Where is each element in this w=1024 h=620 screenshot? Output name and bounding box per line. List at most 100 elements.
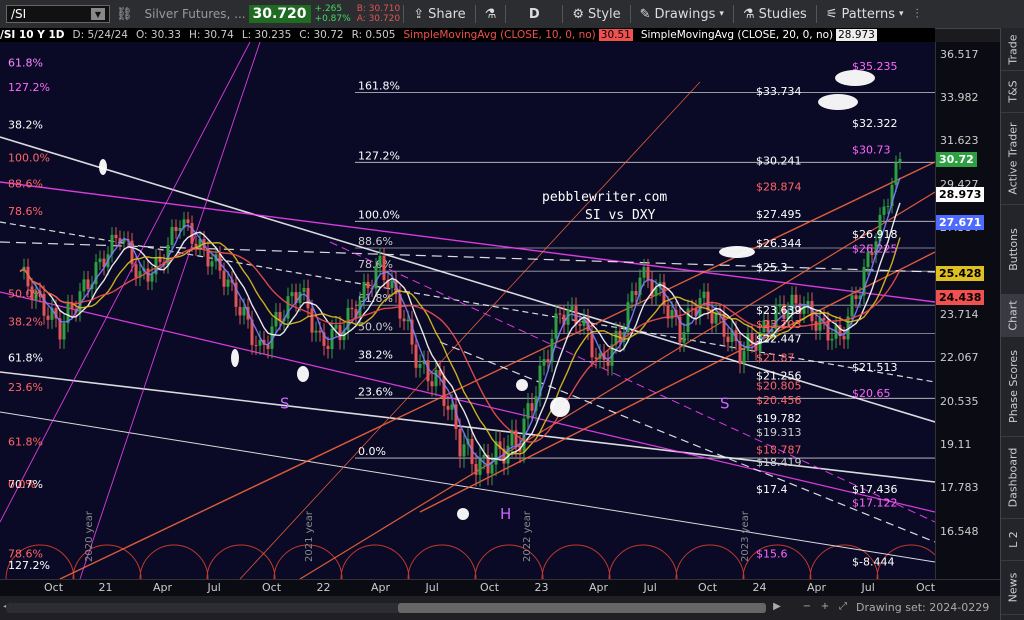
- patterns-button[interactable]: ⚟ Patterns ▾: [820, 7, 910, 22]
- candle-body: [186, 219, 190, 224]
- candle-body: [558, 313, 562, 315]
- side-tab-buttons[interactable]: Buttons: [1001, 204, 1024, 295]
- time-tick: Oct: [44, 581, 64, 594]
- side-tab-active-trader[interactable]: Active Trader: [1001, 112, 1024, 205]
- price-chart[interactable]: 161.8% 127.2% 100.0% 88.6% 78.6% 61.8% 50.0% 38…: [0, 42, 935, 579]
- pattern-mark: S: [720, 395, 730, 413]
- cycle-arc: [541, 544, 611, 579]
- chevron-down-icon: ▾: [719, 9, 724, 19]
- candle-body: [426, 360, 430, 382]
- studies-button[interactable]: ⚗ Studies: [737, 7, 813, 22]
- pattern-mark: S: [280, 395, 290, 413]
- candle-body: [490, 464, 494, 474]
- time-tick: Jul: [425, 581, 439, 594]
- price-tick: 22.067: [940, 351, 979, 365]
- price-annotation: $22.447: [756, 333, 802, 346]
- style-button[interactable]: ⚙ Style: [566, 7, 626, 22]
- more-icon[interactable]: ⫶: [910, 7, 925, 22]
- sma20-label[interactable]: SimpleMovingAvg (CLOSE, 20, 0, no): [641, 29, 833, 41]
- candle-body: [630, 291, 634, 303]
- left-fib-label: 23.6%: [8, 381, 43, 394]
- candle-body: [134, 264, 138, 278]
- scroll-thumb[interactable]: [398, 603, 766, 613]
- time-tick: Oct: [916, 581, 936, 594]
- time-axis[interactable]: Oct 21 Apr Jul Oct 22 Apr Jul Oct 23 Apr Jul Oct 24 Ap…: [0, 579, 1000, 596]
- candle-body: [826, 320, 830, 341]
- candle-body: [242, 307, 246, 316]
- zoom-out-icon[interactable]: −: [800, 600, 814, 614]
- marker-ellipse: [457, 508, 469, 520]
- cycle-arc: [675, 544, 745, 579]
- candle-body: [190, 223, 194, 244]
- side-tab-label: Active Trader: [1006, 121, 1020, 195]
- pattern-mark: H: [500, 505, 511, 523]
- price-tick: 36.517: [940, 47, 979, 61]
- time-tick: Apr: [371, 581, 391, 594]
- scroll-right-icon[interactable]: ▶: [770, 600, 784, 614]
- period-button[interactable]: D: [509, 7, 559, 22]
- candle-body: [170, 226, 174, 246]
- zoom-fit-icon[interactable]: ⤢: [836, 600, 850, 614]
- side-tab-chart[interactable]: Chart: [1001, 294, 1024, 337]
- price-annotation: $27.495: [756, 208, 802, 221]
- bid: B: 30.710: [356, 4, 401, 14]
- price-annotation: $20.456: [756, 394, 802, 407]
- price-annotation: $15.6: [756, 548, 788, 561]
- time-tick: 24: [752, 581, 767, 594]
- price-label: 30.72: [936, 151, 977, 167]
- drawings-button[interactable]: ✎ Drawings ▾: [634, 7, 730, 22]
- price-annotation: $19.313: [756, 426, 802, 439]
- marker-ellipse: [719, 246, 755, 258]
- candle-body: [442, 375, 446, 406]
- sma10-label[interactable]: SimpleMovingAvg (CLOSE, 10, 0, no): [404, 29, 596, 41]
- link-icon[interactable]: ⛓: [110, 7, 139, 22]
- bid-ask-stack: B: 30.710 A: 30.720: [357, 4, 401, 24]
- price-axis[interactable]: 36.51733.98231.62329.42727.38425.48223.7…: [935, 42, 1001, 579]
- candle-body: [46, 315, 50, 320]
- drawing-set-label: Drawing set: 2024-0229: [856, 601, 990, 614]
- candle-body: [822, 318, 826, 321]
- side-tab-news[interactable]: News: [1001, 560, 1024, 615]
- symbol-text: /SI: [11, 7, 27, 21]
- side-tab-label: Buttons: [1006, 227, 1020, 271]
- candle-body: [634, 291, 638, 296]
- bar-open: O: 30.33: [135, 29, 181, 41]
- left-fib-label: 88.6%: [8, 177, 43, 190]
- price-annotation: $25.3: [756, 261, 788, 274]
- candle-body: [482, 454, 486, 459]
- candle-body: [642, 267, 646, 278]
- price-tick: 16.548: [940, 524, 979, 538]
- candle-body: [150, 274, 154, 282]
- price-annotation: $33.734: [756, 85, 802, 98]
- side-tab-t-s[interactable]: T&S: [1001, 70, 1024, 113]
- chart-scrollbar[interactable]: ◀ ▶ − + ⤢ Drawing set: 2024-0229: [0, 596, 1000, 620]
- symbol-selector[interactable]: /SI ▼: [6, 5, 110, 23]
- chart-canvas[interactable]: 161.8% 127.2% 100.0% 88.6% 78.6% 61.8% 50.0% 38…: [0, 42, 935, 579]
- zoom-in-icon[interactable]: +: [818, 600, 832, 614]
- left-fib-label: 50.0%: [8, 288, 43, 301]
- candle-body: [362, 281, 366, 301]
- side-tab-phase-scores[interactable]: Phase Scores: [1001, 336, 1024, 437]
- candle-body: [542, 359, 546, 366]
- price-annotation: $17.436: [852, 483, 898, 496]
- fib-label: 161.8%: [358, 80, 400, 93]
- candle-body: [406, 319, 410, 322]
- candle-body: [554, 313, 558, 339]
- price-annotation: $17.122: [852, 497, 898, 510]
- candle-body: [474, 463, 478, 475]
- pct-change: +0.87%: [314, 14, 351, 24]
- side-tab-l-2[interactable]: L 2: [1001, 518, 1024, 561]
- side-tab-trade[interactable]: Trade: [1001, 28, 1024, 71]
- chevron-down-icon[interactable]: ▼: [91, 8, 105, 20]
- candle-body: [290, 292, 294, 297]
- side-tab-dashboard[interactable]: Dashboard: [1001, 436, 1024, 519]
- time-tick: 21: [98, 581, 113, 594]
- candle-body: [806, 301, 810, 306]
- fib-label: 38.2%: [358, 349, 393, 362]
- patterns-icon: ⚟: [825, 6, 838, 22]
- share-button[interactable]: ⇪ Share: [407, 7, 471, 22]
- price-tick: 17.783: [940, 481, 979, 495]
- candle-body: [578, 324, 582, 326]
- candle-body: [98, 258, 102, 263]
- flask-button[interactable]: ⚗: [479, 7, 503, 22]
